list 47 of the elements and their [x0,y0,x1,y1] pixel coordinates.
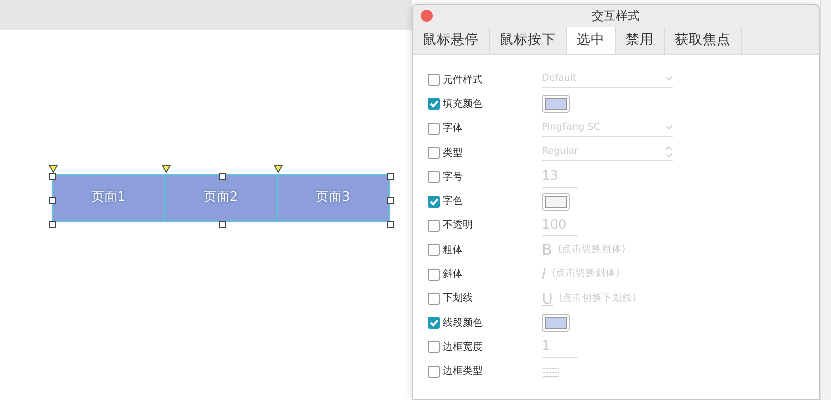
property-label: 字号 [443,170,464,185]
property-label: 下划线 [443,292,474,306]
resize-handle[interactable] [49,197,56,204]
color-swatch[interactable] [542,314,570,332]
property-label: 类型 [443,146,464,161]
property-label: 粗体 [443,244,464,258]
widget-tab[interactable]: 页面3 [278,175,389,221]
chevron-down-icon [665,76,673,82]
property-label: 字色 [443,194,464,210]
property-label: 边框类型 [443,364,484,380]
checkbox[interactable] [428,341,440,354]
property-label: 不透明 [443,218,474,234]
property-label: 斜体 [443,268,464,282]
checkbox[interactable] [428,74,440,86]
property-label: 填充颜色 [443,98,484,112]
color-swatch[interactable] [542,192,570,211]
checkbox[interactable] [428,220,440,232]
up-down-arrows-icon [665,146,673,158]
line-style-icon[interactable] [542,366,560,378]
close-button[interactable] [421,10,433,22]
tab[interactable]: 选中 [567,27,616,54]
resize-handle[interactable] [49,173,56,180]
property-label: 线段颜色 [443,316,484,331]
property-label: 字体 [443,122,464,136]
checkbox[interactable] [428,147,440,160]
property-label: 元件样式 [443,74,484,88]
marker-icon [49,165,58,173]
resize-handle[interactable] [219,173,226,180]
tab-widget[interactable]: 页面1 页面2 页面3 [52,174,390,222]
checkbox[interactable] [428,268,440,281]
checkbox[interactable] [428,98,440,110]
color-swatch[interactable] [542,95,570,114]
checkbox[interactable] [428,171,440,184]
resize-handle[interactable] [387,197,394,204]
checkbox[interactable] [428,292,440,305]
checkbox[interactable] [428,317,440,330]
window-title: 交互样式 [592,8,640,25]
checkbox[interactable] [428,366,440,378]
property-label: 边框宽度 [443,340,484,355]
resize-handle[interactable] [49,221,56,228]
checkbox[interactable] [428,122,440,135]
resize-handle[interactable] [387,173,394,180]
checkbox[interactable] [428,244,440,256]
checkbox[interactable] [428,196,440,208]
resize-handle[interactable] [219,221,226,228]
resize-handle[interactable] [387,221,394,228]
chevron-down-icon [665,124,673,131]
